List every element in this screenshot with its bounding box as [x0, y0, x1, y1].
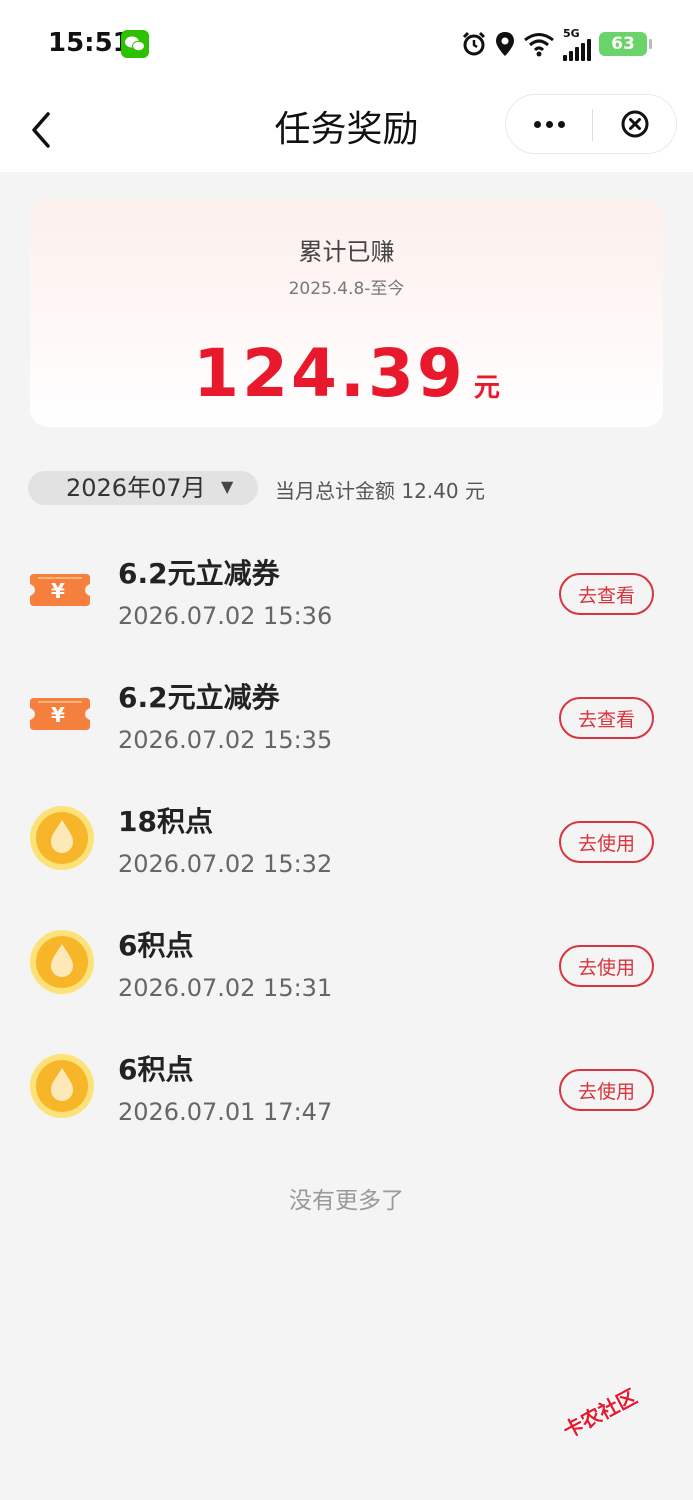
earnings-summary-card: 累计已赚 2025.4.8-至今 124.39 元 [30, 199, 663, 427]
coupon-icon: ¥ [28, 680, 96, 748]
points-icon [28, 1052, 96, 1120]
month-total-amount: 当月总计金额 12.40 元 [275, 479, 485, 503]
reward-title: 6.2元立减券 [118, 557, 280, 590]
wechat-icon [121, 30, 149, 58]
month-selector[interactable]: 2026年07月 ▼ [28, 471, 258, 505]
svg-text:¥: ¥ [51, 579, 65, 603]
view-coupon-button[interactable]: 去查看 [559, 573, 654, 615]
list-item: ¥ 6.2元立减券 2026.07.02 15:36 去查看 [0, 530, 693, 650]
status-icons: 5G 63 [461, 28, 652, 61]
summary-title: 累计已赚 [298, 238, 395, 266]
svg-text:¥: ¥ [51, 703, 65, 727]
reward-time: 2026.07.02 15:32 [118, 850, 333, 878]
alarm-icon [462, 31, 486, 56]
reward-time: 2026.07.02 15:35 [118, 726, 333, 754]
points-icon [28, 928, 96, 996]
wifi-icon [524, 33, 554, 57]
summary-amount-row: 124.39 元 [30, 335, 663, 412]
capsule-divider [592, 109, 593, 141]
reward-title: 6积点 [118, 1053, 194, 1086]
list-item: ¥ 6.2元立减券 2026.07.02 15:35 去查看 [0, 654, 693, 774]
use-points-button[interactable]: 去使用 [559, 821, 654, 863]
points-icon [28, 804, 96, 872]
summary-amount: 124.39 [193, 335, 466, 412]
reward-time: 2026.07.01 17:47 [118, 1098, 333, 1126]
close-icon[interactable] [620, 109, 650, 139]
status-bar: 15:51 5G 63 [0, 0, 693, 88]
list-item: 18积点 2026.07.02 15:32 去使用 [0, 778, 693, 898]
summary-date-range: 2025.4.8-至今 [288, 279, 405, 299]
month-label: 2026年07月 [66, 474, 206, 502]
reward-time: 2026.07.02 15:36 [118, 602, 333, 630]
use-points-button[interactable]: 去使用 [559, 1069, 654, 1111]
status-time: 15:51 [48, 28, 131, 58]
battery-icon: 63 [599, 32, 652, 56]
list-item: 6积点 2026.07.01 17:47 去使用 [0, 1026, 693, 1146]
coupon-icon: ¥ [28, 556, 96, 624]
more-icon[interactable] [528, 95, 570, 153]
reward-title: 6积点 [118, 929, 194, 962]
watermark: 卡农社区 [559, 1384, 641, 1443]
miniprogram-capsule [505, 94, 677, 154]
reward-title: 18积点 [118, 805, 213, 838]
network-type: 5G [563, 26, 580, 40]
no-more-text: 没有更多了 [289, 1188, 404, 1214]
use-points-button[interactable]: 去使用 [559, 945, 654, 987]
nav-bar: 任务奖励 [0, 88, 693, 172]
view-coupon-button[interactable]: 去查看 [559, 697, 654, 739]
reward-time: 2026.07.02 15:31 [118, 974, 333, 1002]
location-icon [496, 32, 514, 56]
caret-down-icon: ▼ [221, 477, 234, 496]
reward-title: 6.2元立减券 [118, 681, 280, 714]
list-item: 6积点 2026.07.02 15:31 去使用 [0, 902, 693, 1022]
cellular-signal-icon: 5G [563, 28, 591, 61]
summary-unit: 元 [473, 373, 500, 403]
